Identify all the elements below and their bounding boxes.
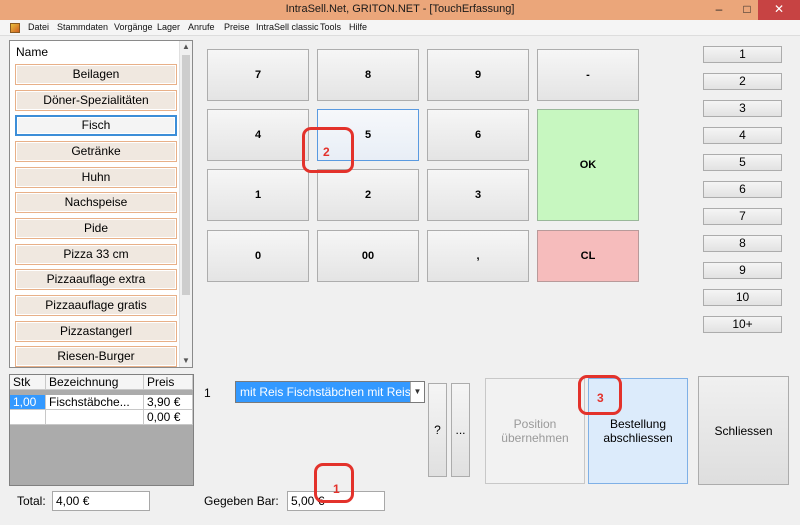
key-7[interactable]: 7	[207, 49, 309, 101]
key-9[interactable]: 9	[427, 49, 529, 101]
table-row[interactable]: 1,00 Fischstäbche... 3,90 €	[10, 395, 193, 410]
close-button[interactable]: ✕	[758, 0, 800, 20]
table-header-row: Stk Bezeichnung Preis	[10, 375, 193, 390]
key-4[interactable]: 4	[207, 109, 309, 161]
scroll-up-icon[interactable]: ▲	[180, 41, 192, 53]
maximize-button[interactable]: □	[734, 0, 760, 20]
minimize-button[interactable]: –	[706, 0, 732, 20]
group-list-scrollbar[interactable]: ▲ ▼	[179, 41, 192, 367]
qty-button-8[interactable]: 8	[703, 235, 782, 252]
table-row[interactable]: 0,00 €	[10, 410, 193, 425]
qty-button-6[interactable]: 6	[703, 181, 782, 198]
key-0[interactable]: 0	[207, 230, 309, 282]
annotation-number: 1	[333, 482, 340, 496]
group-item[interactable]: Döner-Spezialitäten	[15, 90, 177, 111]
schliessen-button[interactable]: Schliessen	[698, 376, 789, 485]
column-header-stk: Stk	[10, 375, 46, 390]
menu-lager[interactable]: Lager	[157, 22, 180, 32]
key-1[interactable]: 1	[207, 169, 309, 221]
product-group-list[interactable]: Name Beilagen Döner-Spezialitäten Fisch …	[9, 40, 193, 368]
annotation-marker-2: 2	[302, 127, 354, 173]
menu-stammdaten[interactable]: Stammdaten	[57, 22, 108, 32]
article-select[interactable]: mit Reis Fischstäbchen mit Reis ▼	[235, 381, 425, 403]
qty-button-2[interactable]: 2	[703, 73, 782, 90]
group-item[interactable]: Pizzaauflage gratis	[15, 295, 177, 316]
qty-button-5[interactable]: 5	[703, 154, 782, 171]
total-label: Total:	[17, 494, 46, 508]
key-comma[interactable]: ,	[427, 230, 529, 282]
key-minus[interactable]: -	[537, 49, 639, 101]
ok-button[interactable]: OK	[537, 109, 639, 221]
title-bar: IntraSell.Net, GRITON.NET - [TouchErfass…	[0, 0, 800, 20]
qty-button-7[interactable]: 7	[703, 208, 782, 225]
cell-stk[interactable]	[10, 410, 46, 425]
order-table[interactable]: Stk Bezeichnung Preis 1,00 Fischstäbche.…	[9, 374, 194, 486]
group-item[interactable]: Riesen-Burger	[15, 346, 177, 367]
scroll-down-icon[interactable]: ▼	[180, 355, 192, 367]
cell-stk[interactable]: 1,00	[10, 395, 46, 410]
cell-preis[interactable]: 0,00 €	[144, 410, 193, 425]
menu-intrasell-classic[interactable]: IntraSell classic	[256, 22, 319, 32]
qty-button-9[interactable]: 9	[703, 262, 782, 279]
chevron-down-icon[interactable]: ▼	[410, 382, 424, 402]
key-2[interactable]: 2	[317, 169, 419, 221]
menu-preise[interactable]: Preise	[224, 22, 250, 32]
qty-button-10-plus[interactable]: 10+	[703, 316, 782, 333]
group-item[interactable]: Pizza 33 cm	[15, 244, 177, 265]
group-item[interactable]: Nachspeise	[15, 192, 177, 213]
group-item[interactable]: Getränke	[15, 141, 177, 162]
window-title: IntraSell.Net, GRITON.NET - [TouchErfass…	[285, 3, 515, 15]
cell-preis[interactable]: 3,90 €	[144, 395, 193, 410]
entry-quantity-label: 1	[204, 386, 211, 400]
group-item[interactable]: Pizzastangerl	[15, 321, 177, 342]
gegeben-bar-label: Gegeben Bar:	[204, 494, 279, 508]
cell-bezeichnung[interactable]	[46, 410, 144, 425]
key-3[interactable]: 3	[427, 169, 529, 221]
annotation-number: 3	[597, 391, 604, 405]
menu-vorgaenge[interactable]: Vorgänge	[114, 22, 153, 32]
group-item[interactable]: Pizzaauflage extra	[15, 269, 177, 290]
menu-datei[interactable]: Datei	[28, 22, 49, 32]
scroll-thumb[interactable]	[182, 55, 190, 295]
qty-button-1[interactable]: 1	[703, 46, 782, 63]
annotation-marker-3: 3	[578, 375, 622, 415]
menu-bar: Datei Stammdaten Vorgänge Lager Anrufe P…	[0, 20, 800, 36]
cell-bezeichnung[interactable]: Fischstäbche...	[46, 395, 144, 410]
group-item[interactable]: Beilagen	[15, 64, 177, 85]
annotation-marker-1: 1	[314, 463, 354, 503]
group-item[interactable]: Huhn	[15, 167, 177, 188]
position-uebernehmen-button[interactable]: Position übernehmen	[485, 378, 585, 484]
total-field: 4,00 €	[52, 491, 150, 511]
qty-button-3[interactable]: 3	[703, 100, 782, 117]
menu-anrufe[interactable]: Anrufe	[188, 22, 215, 32]
qty-button-10[interactable]: 10	[703, 289, 782, 306]
key-8[interactable]: 8	[317, 49, 419, 101]
group-item-selected[interactable]: Fisch	[15, 115, 177, 136]
menu-hilfe[interactable]: Hilfe	[349, 22, 367, 32]
column-header-bezeichnung: Bezeichnung	[46, 375, 144, 390]
key-00[interactable]: 00	[317, 230, 419, 282]
more-button[interactable]: ...	[451, 383, 470, 477]
group-list-header: Name	[16, 45, 49, 59]
annotation-number: 2	[323, 145, 330, 159]
clear-button[interactable]: CL	[537, 230, 639, 282]
qty-button-4[interactable]: 4	[703, 127, 782, 144]
menu-tools[interactable]: Tools	[320, 22, 341, 32]
question-button[interactable]: ?	[428, 383, 447, 477]
app-icon[interactable]	[10, 23, 20, 33]
key-6[interactable]: 6	[427, 109, 529, 161]
article-select-value: mit Reis Fischstäbchen mit Reis	[240, 385, 411, 399]
group-item[interactable]: Pide	[15, 218, 177, 239]
column-header-preis: Preis	[144, 375, 193, 390]
